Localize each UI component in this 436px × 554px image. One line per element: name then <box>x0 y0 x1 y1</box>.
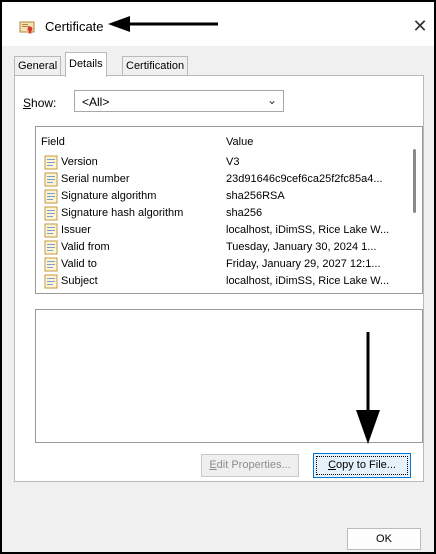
copy-to-file-button[interactable]: Copy to File... <box>313 453 411 478</box>
field-value: localhost, iDimSS, Rice Lake W... <box>226 275 390 287</box>
column-header-value[interactable]: Value <box>226 136 253 148</box>
tab-certification-path[interactable]: Certification Path <box>122 56 189 91</box>
show-label: Show: <box>23 96 57 110</box>
annotation-arrow-left <box>108 16 218 32</box>
list-item[interactable]: Valid from Tuesday, January 30, 2024 1..… <box>36 240 406 256</box>
annotation-arrow-down <box>356 332 380 444</box>
tab-general[interactable]: General <box>14 56 62 76</box>
field-value: localhost, iDimSS, Rice Lake W... <box>226 224 390 236</box>
certificate-dialog: Certificate ✕ General Details Certificat… <box>0 0 436 554</box>
certificate-icon <box>19 21 35 34</box>
field-name: Version <box>61 156 98 168</box>
column-header-field[interactable]: Field <box>41 136 65 148</box>
field-name: Serial number <box>61 173 130 185</box>
field-icon <box>44 206 58 221</box>
field-value: sha256RSA <box>226 190 285 202</box>
show-dropdown[interactable]: <All> ⌄ <box>74 90 284 112</box>
field-name: Valid from <box>61 241 110 253</box>
field-value: Friday, January 29, 2027 12:1... <box>226 258 381 270</box>
tab-details[interactable]: Details <box>65 52 107 77</box>
field-value: V3 <box>226 156 240 168</box>
vertical-scrollbar[interactable] <box>409 147 421 293</box>
field-icon <box>44 189 58 204</box>
field-icon <box>44 274 58 289</box>
field-value: sha256 <box>226 207 263 219</box>
close-button[interactable]: ✕ <box>410 16 430 36</box>
list-item[interactable]: Signature algorithm sha256RSA <box>36 189 406 205</box>
field-name: Issuer <box>61 224 91 236</box>
field-icon <box>44 223 58 238</box>
list-item[interactable]: Subject localhost, iDimSS, Rice Lake W..… <box>36 274 406 290</box>
field-name: Subject <box>61 275 98 287</box>
list-item[interactable]: Signature hash algorithm sha256 <box>36 206 406 222</box>
field-name: Signature hash algorithm <box>61 207 184 219</box>
field-name: Signature algorithm <box>61 190 157 202</box>
list-item[interactable]: Serial number 23d91646c9cef6ca25f2fc85a4… <box>36 172 406 188</box>
field-icon <box>44 172 58 187</box>
field-value: Tuesday, January 30, 2024 1... <box>226 241 377 253</box>
list-item[interactable]: Valid to Friday, January 29, 2027 12:1..… <box>36 257 406 273</box>
field-icon <box>44 155 58 170</box>
field-icon <box>44 240 58 255</box>
ok-button[interactable]: OK <box>347 528 421 550</box>
chevron-down-icon: ⌄ <box>266 93 277 107</box>
scrollbar-thumb[interactable] <box>413 149 416 213</box>
edit-properties-button[interactable]: Edit Properties... <box>201 454 299 477</box>
fields-list[interactable]: Field Value Version V3 Serial number 23d… <box>35 126 423 294</box>
field-icon <box>44 257 58 272</box>
show-dropdown-value: <All> <box>82 95 110 109</box>
list-item[interactable]: Issuer localhost, iDimSS, Rice Lake W... <box>36 223 406 239</box>
field-value: 23d91646c9cef6ca25f2fc85a4... <box>226 173 383 185</box>
window-title: Certificate <box>45 19 104 34</box>
field-name: Valid to <box>61 258 97 270</box>
list-item[interactable]: Version V3 <box>36 155 406 171</box>
